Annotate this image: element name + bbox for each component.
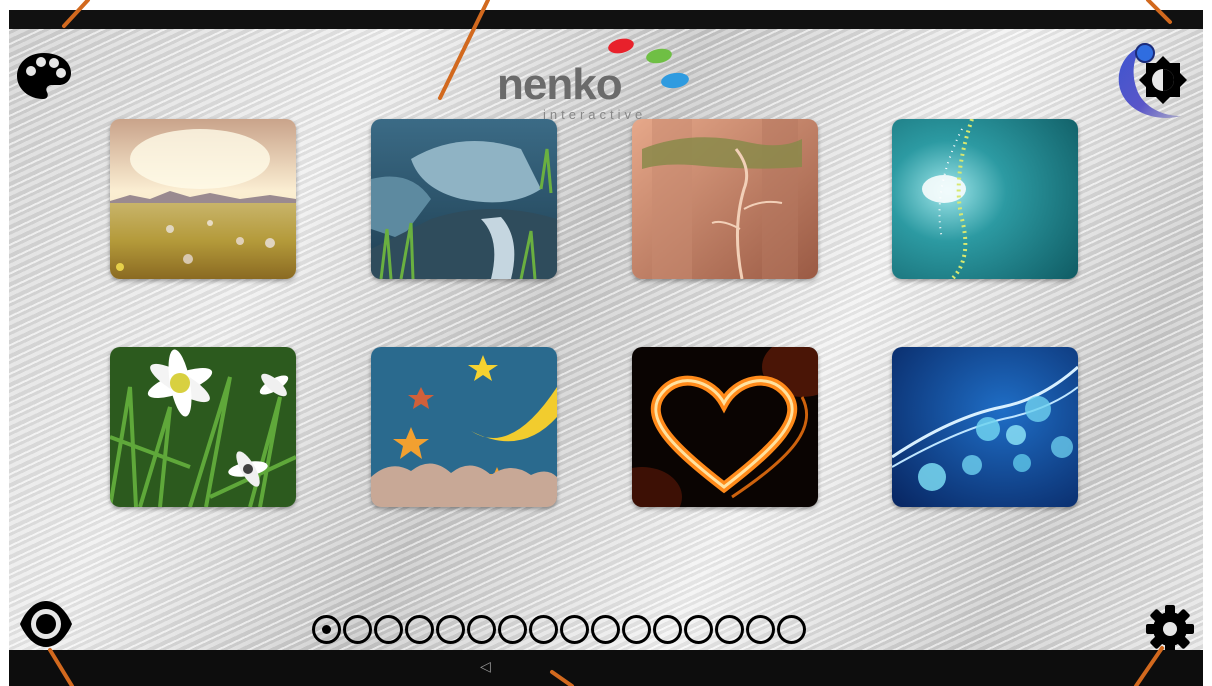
page-dot-1[interactable]: [312, 615, 341, 644]
logo-wordmark: nenko: [497, 60, 623, 109]
scene-tile-fire-heart[interactable]: [632, 347, 818, 507]
back-nav-icon[interactable]: ◁: [480, 658, 491, 676]
eye-icon: [20, 601, 72, 647]
logo-dot-green: [644, 46, 674, 66]
app-screen: nenko interactive ◁: [9, 10, 1203, 686]
page-dot-14[interactable]: [715, 615, 744, 644]
logo-dot-red: [606, 36, 636, 56]
particles-thumbnail: [892, 119, 1078, 279]
status-bar: [9, 10, 1203, 29]
meadow-thumbnail: [110, 119, 296, 279]
scene-tile-forest[interactable]: [632, 119, 818, 279]
page-dot-7[interactable]: [498, 615, 527, 644]
daisies-thumbnail: [110, 347, 296, 507]
page-dot-9[interactable]: [560, 615, 589, 644]
gear-icon: [1146, 605, 1194, 650]
page-dot-11[interactable]: [622, 615, 651, 644]
page-dot-2[interactable]: [343, 615, 372, 644]
scene-tile-meadow[interactable]: [110, 119, 296, 279]
page-dot-3[interactable]: [374, 615, 403, 644]
scene-selector: nenko interactive: [9, 29, 1203, 650]
scene-tile-bokeh[interactable]: [892, 347, 1078, 507]
brightness-button[interactable]: [1109, 36, 1195, 122]
brightness-icon: [1118, 43, 1187, 118]
scene-tile-daisies[interactable]: [110, 347, 296, 507]
scene-tile-particles[interactable]: [892, 119, 1078, 279]
page-dot-13[interactable]: [684, 615, 713, 644]
page-dot-4[interactable]: [405, 615, 434, 644]
page-dot-16[interactable]: [777, 615, 806, 644]
page-indicator: [312, 615, 806, 645]
palette-button[interactable]: [15, 51, 73, 101]
waterfall-thumbnail: [371, 119, 557, 279]
bokeh-thumbnail: [892, 347, 1078, 507]
brand-logo: nenko interactive: [497, 36, 707, 122]
page-dot-15[interactable]: [746, 615, 775, 644]
logo-subtitle: interactive: [543, 107, 647, 122]
preview-button[interactable]: [17, 600, 75, 650]
settings-button[interactable]: [1144, 604, 1196, 650]
palette-icon: [17, 53, 71, 99]
system-nav-bar: ◁: [9, 650, 1203, 686]
logo-dot-blue: [660, 71, 690, 90]
page-dot-8[interactable]: [529, 615, 558, 644]
forest-thumbnail: [632, 119, 818, 279]
scene-tile-night-sky[interactable]: [371, 347, 557, 507]
fire-heart-thumbnail: [632, 347, 818, 507]
page-dot-6[interactable]: [467, 615, 496, 644]
page-dot-12[interactable]: [653, 615, 682, 644]
page-dot-10[interactable]: [591, 615, 620, 644]
night-sky-thumbnail: [371, 347, 557, 507]
scene-tile-waterfall[interactable]: [371, 119, 557, 279]
page-dot-5[interactable]: [436, 615, 465, 644]
